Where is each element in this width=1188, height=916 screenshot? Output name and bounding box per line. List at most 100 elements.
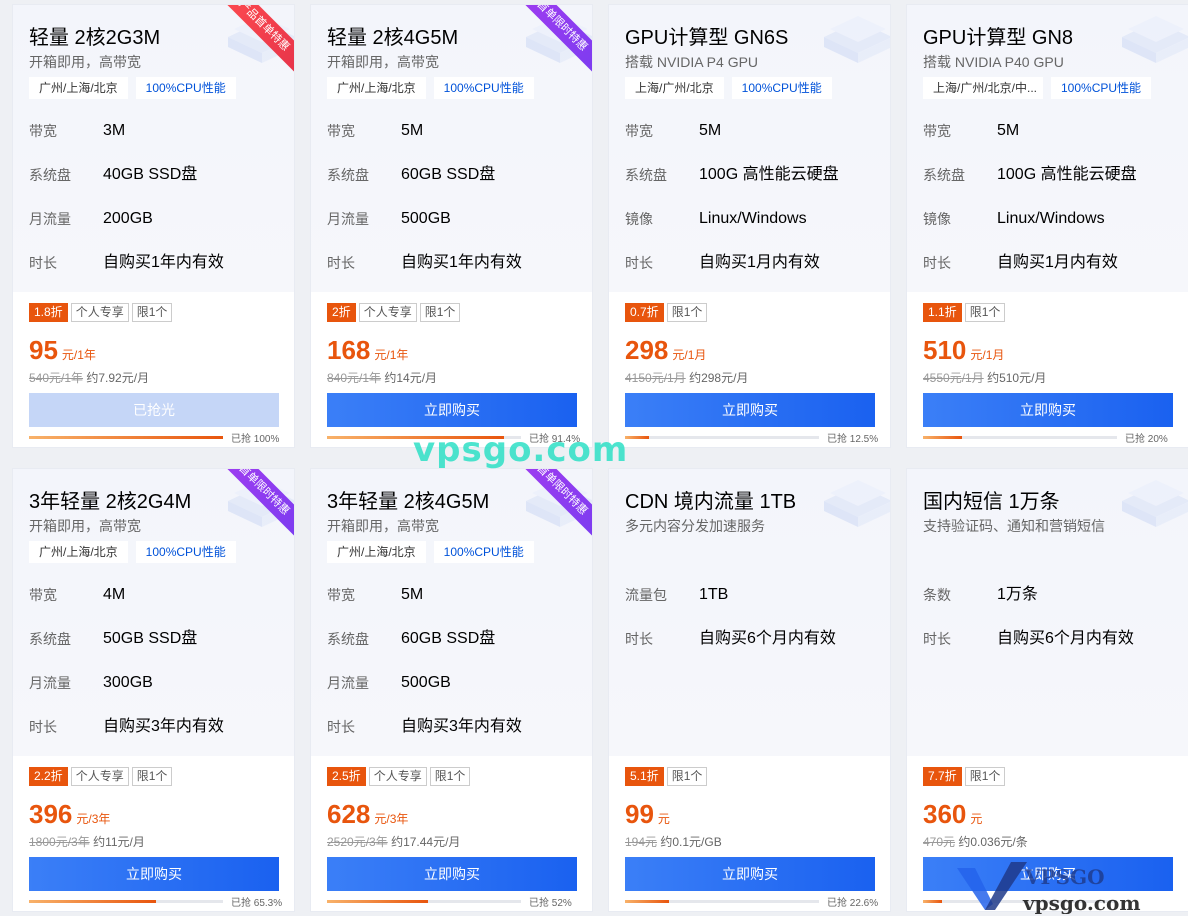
badge-list: 7.7折 限1个 <box>923 767 1006 786</box>
sales-progress: 已抢 22.6% <box>625 895 883 909</box>
limit-badge: 限1个 <box>131 767 173 786</box>
badge-list: 2.2折 个人专享 限1个 <box>29 767 173 786</box>
spec-row: 镜像 Linux/Windows <box>923 209 1176 253</box>
original-price-value: 470元 <box>923 835 956 849</box>
spec-value: 300GB <box>103 674 153 691</box>
spec-row: 月流量 200GB <box>29 209 282 253</box>
region-tag: 上海/广州/北京 <box>625 77 724 99</box>
discount-badge: 1.1折 <box>923 303 962 322</box>
progress-text: 已抢 22.6% <box>827 897 879 909</box>
spec-label: 带宽 <box>923 123 951 139</box>
card-subtitle: 搭载 NVIDIA P40 GPU <box>923 54 1064 70</box>
price-value: 396 <box>29 799 73 829</box>
price-unit: 元/1年 <box>374 348 409 362</box>
spec-value: 500GB <box>401 210 451 227</box>
progress-fill <box>29 899 156 903</box>
spec-value: 60GB SSD盘 <box>401 630 496 647</box>
discount-badge: 2折 <box>327 303 356 322</box>
spec-row: 带宽 5M <box>923 121 1176 165</box>
price-unit: 元/1年 <box>61 348 96 362</box>
spec-list: 带宽 5M 系统盘 60GB SSD盘 月流量 500GB 时长 自购买3年内有效 <box>327 585 580 761</box>
spec-value: Linux/Windows <box>699 210 807 227</box>
tag-list: 广州/上海/北京 100%CPU性能 <box>29 541 236 563</box>
spec-label: 月流量 <box>29 675 71 691</box>
unit-price-note: 约0.036元/条 <box>958 835 1028 849</box>
price: 360 元 <box>923 799 982 830</box>
cpu-tag: 100%CPU性能 <box>1051 77 1152 99</box>
svg-text:vpsgo.com: vpsgo.com <box>1022 891 1140 914</box>
progress-track <box>625 435 819 439</box>
buy-now-button[interactable]: 立即购买 <box>625 393 875 427</box>
spec-row: 系统盘 40GB SSD盘 <box>29 165 282 209</box>
region-tag: 广州/上海/北京 <box>327 541 426 563</box>
spec-label: 系统盘 <box>327 167 369 183</box>
progress-text: 已抢 12.5% <box>827 433 879 445</box>
unit-price-note: 约17.44元/月 <box>391 835 461 849</box>
cpu-tag: 100%CPU性能 <box>433 77 534 99</box>
unit-price-note: 约14元/月 <box>384 371 438 385</box>
price-value: 298 <box>625 335 669 365</box>
spec-value: Linux/Windows <box>997 210 1105 227</box>
price-unit: 元/1月 <box>970 348 1005 362</box>
spec-value: 自购买1月内有效 <box>997 254 1118 271</box>
original-price: 1800元/3年 约11元/月 <box>29 833 145 850</box>
buy-now-button[interactable]: 立即购买 <box>923 393 1173 427</box>
spec-value: 100G 高性能云硬盘 <box>699 166 839 183</box>
cpu-tag: 100%CPU性能 <box>731 77 832 99</box>
cpu-tag: 100%CPU性能 <box>433 541 534 563</box>
spec-row: 带宽 4M <box>29 585 282 629</box>
limit-badge: 个人专享 <box>368 767 427 786</box>
spec-row: 系统盘 60GB SSD盘 <box>327 165 580 209</box>
product-card: 国内短信 1万条 支持验证码、通知和营销短信 条数 1万条 时长 自购买6个月内有效 7.7… <box>906 468 1188 912</box>
spec-value: 自购买3年内有效 <box>103 718 224 735</box>
product-card: 产品首单特惠 轻量 2核2G3M 开箱即用，高带宽 广州/上海/北京 100%CPU性能… <box>12 4 295 448</box>
buy-now-button[interactable]: 立即购买 <box>625 857 875 891</box>
spec-label: 时长 <box>29 719 57 735</box>
discount-badge: 1.8折 <box>29 303 68 322</box>
buy-now-button[interactable]: 立即购买 <box>327 393 577 427</box>
price: 510 元/1月 <box>923 335 1004 366</box>
unit-price-note: 约7.92元/月 <box>86 371 150 385</box>
card-title: 3年轻量 2核2G4M <box>29 491 192 513</box>
unit-price-note: 约510元/月 <box>987 371 1047 385</box>
price-value: 628 <box>327 799 371 829</box>
price-unit: 元/1月 <box>672 348 707 362</box>
sales-progress: 已抢 12.5% <box>625 431 883 445</box>
progress-fill <box>923 435 962 439</box>
card-subtitle: 支持验证码、通知和营销短信 <box>923 518 1105 534</box>
spec-value: 60GB SSD盘 <box>401 166 496 183</box>
tag-list: 广州/上海/北京 100%CPU性能 <box>327 77 534 99</box>
product-card: 首单限时特惠 轻量 2核4G5M 开箱即用，高带宽 广州/上海/北京 100%CPU性能… <box>310 4 593 448</box>
spec-label: 月流量 <box>327 211 369 227</box>
product-card: GPU计算型 GN8 搭载 NVIDIA P40 GPU 上海/广州/北京/中...… <box>906 4 1188 448</box>
spec-row: 系统盘 60GB SSD盘 <box>327 629 580 673</box>
spec-label: 时长 <box>923 631 951 647</box>
spec-label: 系统盘 <box>29 631 71 647</box>
spec-label: 带宽 <box>29 587 57 603</box>
spec-value: 1万条 <box>997 586 1038 603</box>
card-title: 轻量 2核4G5M <box>327 27 459 49</box>
original-price-value: 840元/1年 <box>327 371 382 385</box>
spec-row: 系统盘 100G 高性能云硬盘 <box>625 165 878 209</box>
buy-now-button[interactable]: 立即购买 <box>29 857 279 891</box>
card-title: GPU计算型 GN8 <box>923 27 1074 49</box>
progress-track <box>29 435 223 439</box>
spec-value: 自购买1月内有效 <box>699 254 820 271</box>
limit-badge: 限1个 <box>419 303 461 322</box>
price-value: 360 <box>923 799 967 829</box>
buy-now-button[interactable]: 立即购买 <box>327 857 577 891</box>
spec-label: 镜像 <box>923 211 951 227</box>
unit-price-note: 约298元/月 <box>689 371 749 385</box>
spec-label: 系统盘 <box>327 631 369 647</box>
progress-fill <box>29 435 223 439</box>
spec-list: 带宽 5M 系统盘 100G 高性能云硬盘 镜像 Linux/Windows 时长 自购买1月… <box>625 121 878 297</box>
spec-row: 月流量 500GB <box>327 209 580 253</box>
limit-badge: 限1个 <box>429 767 471 786</box>
sales-progress: 已抢 100% <box>29 431 287 445</box>
sold-out-button[interactable]: 已抢光 <box>29 393 279 427</box>
progress-track <box>923 435 1117 439</box>
spec-label: 系统盘 <box>625 167 667 183</box>
spec-label: 月流量 <box>327 675 369 691</box>
limit-badge: 限1个 <box>666 303 708 322</box>
progress-track <box>29 899 223 903</box>
